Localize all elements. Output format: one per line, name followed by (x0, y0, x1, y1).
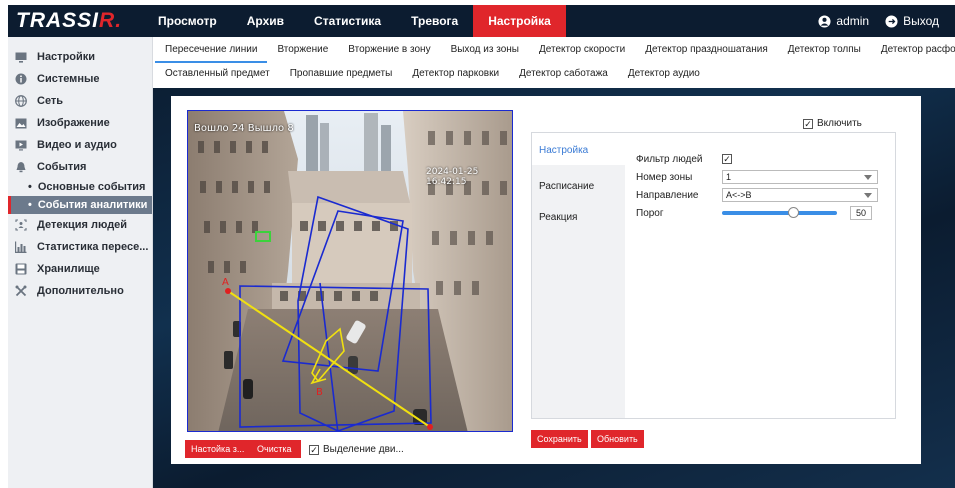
image-icon (14, 116, 28, 130)
people-filter-row: Фильтр людей ✓ (636, 153, 732, 165)
logout-button[interactable]: Выход (885, 14, 939, 28)
threshold-slider[interactable] (722, 207, 837, 218)
logout-label: Выход (903, 14, 939, 28)
nav-view[interactable]: Просмотр (143, 5, 232, 37)
tab-audio-detector[interactable]: Детектор аудио (618, 63, 710, 87)
chevron-down-icon (864, 174, 872, 180)
tab-zone-exit[interactable]: Выход из зоны (441, 39, 529, 63)
enable-toggle[interactable]: ✓ Включить (803, 118, 862, 129)
tools-icon (14, 284, 28, 298)
nav-settings[interactable]: Настройка (473, 5, 566, 37)
rule-settings-tabs: Настройка Расписание Реакция (532, 133, 625, 418)
timestamp-overlay: 2024-01-25 16:42:15 (426, 167, 479, 187)
zone-number-row: Номер зоны 1 (636, 170, 878, 184)
trassir-logo: TRASSIR. (16, 9, 123, 32)
analytics-tabs: Пересечение линии Вторжение Вторжение в … (155, 39, 955, 87)
chart-icon (14, 240, 28, 254)
sidebar-item-events[interactable]: События (8, 156, 152, 178)
sidebar-item-storage[interactable]: Хранилище (8, 258, 152, 280)
tab-left-object[interactable]: Оставленный предмет (155, 63, 280, 87)
camera-preview[interactable]: Вошло 24 Вышло 8 2024-01-25 16:42:15 A B (187, 110, 513, 432)
tab-sabotage-detector[interactable]: Детектор саботажа (509, 63, 618, 87)
sidebar-subitem-analytics-events[interactable]: • События аналитики (8, 196, 152, 214)
bullet-icon: • (28, 181, 32, 193)
tab-missing-objects[interactable]: Пропавшие предметы (280, 63, 403, 87)
user-menu[interactable]: admin (818, 14, 869, 28)
sidebar: Настройки Системные Сеть Изображение Вид… (8, 37, 153, 488)
threshold-row: Порог 50 (636, 206, 872, 220)
tab-schedule[interactable]: Расписание (532, 165, 625, 196)
username: admin (836, 14, 870, 28)
direction-row: Направление A<->B (636, 188, 878, 202)
tab-loitering-detector[interactable]: Детектор праздношатания (635, 39, 778, 63)
sidebar-item-advanced[interactable]: Дополнительно (8, 280, 152, 302)
line-point-a-label: A (222, 277, 229, 288)
sidebar-item-video-audio[interactable]: Видео и аудио (8, 134, 152, 156)
settings-panel: Вошло 24 Вышло 8 2024-01-25 16:42:15 A B… (171, 96, 921, 464)
nav-archive[interactable]: Архив (232, 5, 299, 37)
sidebar-subitem-basic-events[interactable]: • Основные события (8, 178, 152, 196)
video-icon (14, 138, 28, 152)
tab-parking-detector[interactable]: Детектор парковки (402, 63, 509, 87)
logout-icon (885, 14, 898, 28)
tab-setup[interactable]: Настройка (532, 133, 625, 165)
sidebar-item-crossing-stats[interactable]: Статистика пересе... (8, 236, 152, 258)
refresh-button[interactable]: Обновить (591, 430, 644, 448)
motion-highlight-toggle[interactable]: ✓ Выделение дви... (309, 444, 404, 455)
user-icon (818, 14, 831, 28)
zone-number-select[interactable]: 1 (722, 170, 878, 184)
tab-speed-detector[interactable]: Детектор скорости (529, 39, 635, 63)
nav-statistics[interactable]: Статистика (299, 5, 396, 37)
rule-settings-box: Настройка Расписание Реакция Фильтр люде… (531, 132, 896, 419)
tab-zone-intrusion[interactable]: Вторжение в зону (338, 39, 440, 63)
info-icon (14, 72, 28, 86)
zone-setup-button[interactable]: Настойка з... (185, 440, 251, 458)
sidebar-item-people-detection[interactable]: Детекция людей (8, 214, 152, 236)
slider-handle[interactable] (788, 207, 799, 218)
content-area: Вошло 24 Вышло 8 2024-01-25 16:42:15 A B… (153, 88, 955, 488)
people-detect-icon (14, 218, 28, 232)
nav-alarm[interactable]: Тревога (396, 5, 473, 37)
tab-line-crossing[interactable]: Пересечение линии (155, 39, 268, 63)
people-count-overlay: Вошло 24 Вышло 8 (194, 123, 294, 134)
sidebar-item-network[interactable]: Сеть (8, 90, 152, 112)
storage-icon (14, 262, 28, 276)
top-bar: TRASSIR. Просмотр Архив Статистика Трево… (8, 5, 955, 37)
people-filter-checkbox[interactable]: ✓ (722, 154, 732, 164)
monitor-icon (14, 50, 28, 64)
enable-checkbox[interactable]: ✓ (803, 118, 813, 129)
chevron-down-icon (864, 192, 872, 198)
tab-crowd-detector[interactable]: Детектор толпы (778, 39, 871, 63)
threshold-input[interactable]: 50 (850, 206, 872, 220)
sidebar-item-system[interactable]: Системные (8, 68, 152, 90)
bullet-icon: • (28, 199, 32, 211)
main-nav: Просмотр Архив Статистика Тревога Настро… (143, 5, 566, 37)
motion-highlight-checkbox[interactable]: ✓ (309, 444, 319, 455)
tab-intrusion[interactable]: Вторжение (267, 39, 338, 63)
tab-defocus-detector[interactable]: Детектор расфокусировки (871, 39, 955, 63)
line-point-b-label: B (316, 387, 323, 398)
sidebar-item-image[interactable]: Изображение (8, 112, 152, 134)
globe-icon (14, 94, 28, 108)
bell-icon (14, 160, 28, 174)
save-button[interactable]: Сохранить (531, 430, 588, 448)
camera-scene (188, 111, 512, 431)
sidebar-item-settings[interactable]: Настройки (8, 46, 152, 68)
direction-select[interactable]: A<->B (722, 188, 878, 202)
tab-reaction[interactable]: Реакция (532, 196, 625, 227)
clear-button[interactable]: Очистка (247, 440, 302, 458)
